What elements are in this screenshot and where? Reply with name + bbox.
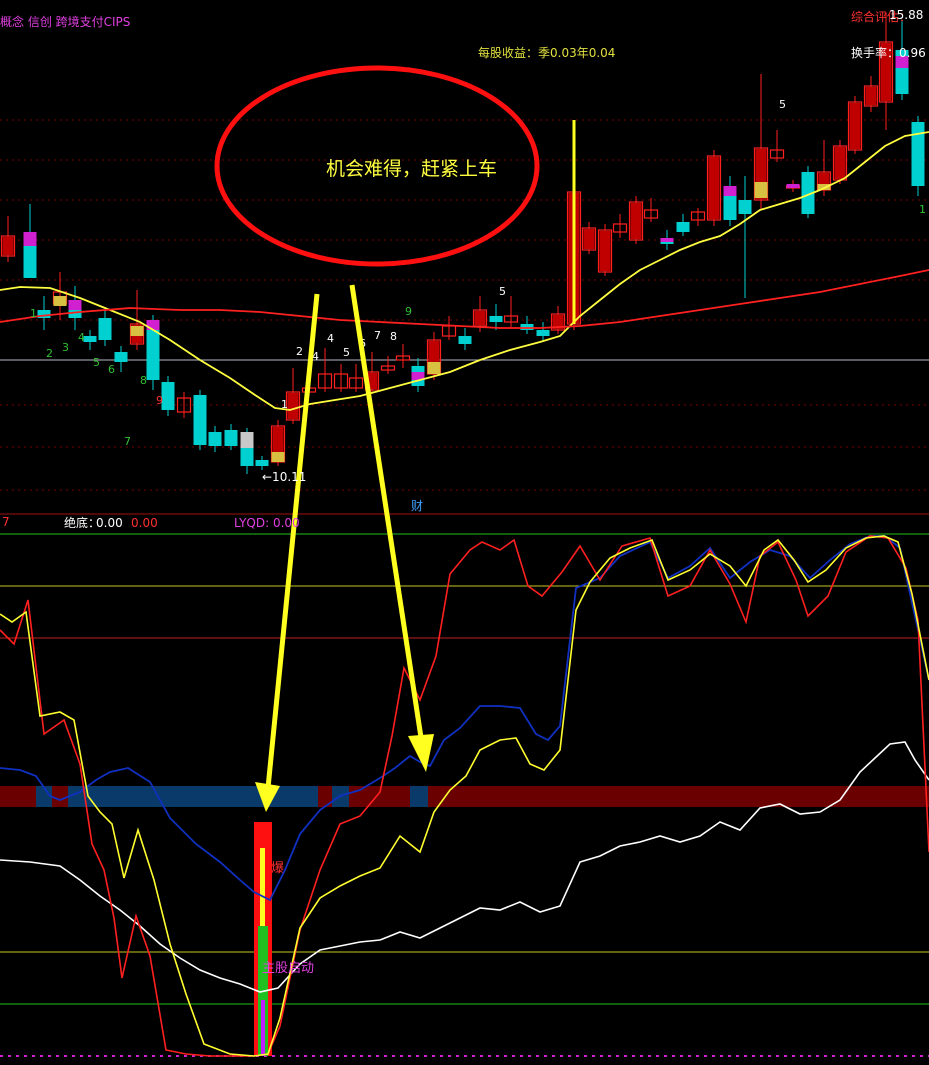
candle-body-up-fill	[849, 103, 861, 149]
candle-body-up-fill	[708, 157, 720, 219]
candle-body-up-fill	[583, 229, 595, 249]
candle-body-up-fill	[630, 203, 642, 239]
candle-body-up-fill	[474, 311, 486, 325]
sequence-label: 1	[30, 307, 37, 320]
candle-highlight	[23, 232, 37, 246]
stock-chart-screen: 123456879124456789551 概念 信创 跨境支付CIPS 每股收…	[0, 0, 929, 1065]
indicator-left-value: 7	[2, 515, 10, 529]
sequence-label: 9	[405, 305, 412, 318]
ma-slow-line	[0, 269, 929, 329]
candle-body-down	[98, 318, 112, 340]
candle-body-down	[255, 460, 269, 466]
candle-body-down	[911, 122, 925, 186]
juedi-label: 绝底：	[64, 516, 101, 530]
candle-body-down	[83, 336, 97, 342]
annotation-text: 机会难得，赶紧上车	[326, 158, 498, 180]
sequence-label: 5	[93, 356, 100, 369]
sequence-label: 1	[919, 203, 926, 216]
sequence-label: 8	[140, 374, 147, 387]
candle-body-down	[738, 200, 752, 214]
lyqd-label: LYQD: 0.00	[234, 516, 300, 530]
sequence-label: 8	[390, 330, 397, 343]
candle-highlight	[754, 182, 768, 198]
candle-highlight	[271, 452, 285, 462]
candle-highlight	[786, 184, 800, 188]
sequence-label: 7	[124, 435, 131, 448]
turnover-label: 换手率：0.96	[851, 46, 926, 60]
sequence-label: 7	[374, 329, 381, 342]
rating-value: 15.88	[889, 8, 924, 22]
candle-body-down	[520, 324, 534, 330]
sequence-label: 5	[499, 285, 506, 298]
candle-body-down	[458, 336, 472, 344]
candle-highlight	[53, 296, 67, 306]
sequence-label: 2	[296, 345, 303, 358]
signal-bar-purple	[261, 1000, 265, 1056]
start-signal-label: 主股启动	[262, 961, 315, 976]
sequence-label: 5	[779, 98, 786, 111]
blue-line-series	[0, 535, 929, 902]
candle-body-down	[224, 430, 238, 446]
sequence-label: 5	[343, 346, 350, 359]
cai-tag: 财	[411, 499, 424, 513]
candle-highlight	[660, 238, 674, 242]
sequence-label: 4	[78, 331, 85, 344]
candle-body-down	[676, 222, 690, 232]
candle-highlight	[68, 300, 82, 310]
candle-body-up-fill	[287, 393, 299, 419]
sequence-label: 9	[156, 394, 163, 407]
candle-body-down	[208, 432, 222, 446]
candle-highlight	[723, 186, 737, 196]
candle-body-down	[489, 316, 503, 322]
candle-body-up-fill	[2, 237, 14, 255]
concept-tags: 概念 信创 跨境支付CIPS	[0, 15, 131, 29]
candle-highlight	[240, 432, 254, 448]
state-band-blue-segment	[410, 786, 428, 807]
candle-body-up-fill	[865, 87, 877, 105]
candle-body-up-fill	[834, 147, 846, 179]
candle-body-down	[536, 330, 550, 336]
eps-label: 每股收益：季0.03年0.04	[478, 46, 616, 60]
sequence-label: 3	[62, 341, 69, 354]
white-line-series	[0, 741, 929, 993]
sequence-label: 6	[108, 363, 115, 376]
low-price-marker: ←10.11	[262, 470, 307, 484]
sequence-label: 1	[281, 398, 288, 411]
candle-body-up-fill	[599, 231, 611, 271]
candle-highlight	[427, 362, 441, 374]
juedi-value2: 0.00	[131, 516, 158, 530]
candle-body-down	[114, 352, 128, 362]
indicator-panel	[0, 535, 929, 1057]
candle-highlight	[146, 320, 160, 330]
candle-highlight	[130, 326, 144, 336]
bao-signal-label: 爆	[271, 861, 285, 876]
state-band-blue-segment	[68, 786, 318, 807]
sequence-label: 4	[327, 332, 334, 345]
sequence-label: 2	[46, 347, 53, 360]
candle-body-down	[161, 382, 175, 410]
candle-body-down	[193, 395, 207, 445]
juedi-value1: 0.00	[96, 516, 123, 530]
